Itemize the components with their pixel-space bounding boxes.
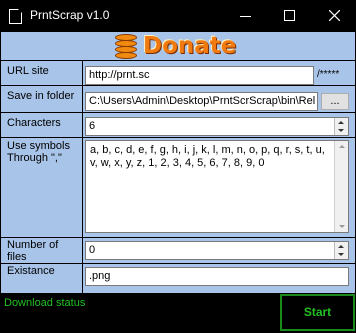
row-number-of-files: Number of files 0 xyxy=(1,237,355,264)
donate-button[interactable]: Donate xyxy=(113,33,245,60)
form-area: Donate URL site http://prnt.sc /***** Sa… xyxy=(1,32,355,332)
close-button[interactable] xyxy=(312,0,356,32)
number-of-files-label: Number of files xyxy=(7,239,59,263)
number-of-files-value: 0 xyxy=(89,244,96,256)
url-site-input[interactable]: http://prnt.sc xyxy=(85,66,314,85)
characters-value: 6 xyxy=(89,120,96,132)
existance-label: Existance xyxy=(7,265,55,277)
characters-spin-buttons[interactable] xyxy=(334,118,348,135)
window-title: PrntScrap v1.0 xyxy=(30,8,110,22)
row-characters: Characters 6 xyxy=(1,112,355,137)
app-window: PrntScrap v1.0 Donate URL site http://pr… xyxy=(0,0,356,333)
characters-stepper[interactable]: 6 xyxy=(85,117,349,136)
maximize-button[interactable] xyxy=(268,0,312,32)
spin-up-icon[interactable] xyxy=(338,121,344,124)
number-of-files-stepper[interactable]: 0 xyxy=(85,241,349,260)
save-folder-label: Save in folder xyxy=(7,90,75,102)
url-suffix: /***** xyxy=(317,69,340,80)
scroll-down-icon[interactable] xyxy=(339,225,345,228)
symbols-value: a, b, c, d, e, f, g, h, i, j, k, l, m, n… xyxy=(90,144,325,169)
save-folder-input[interactable]: C:\Users\Admin\Desktop\PrntScrScrap\bin\… xyxy=(85,92,318,111)
row-existance: Existance .png xyxy=(1,263,355,294)
donate-label: Donate xyxy=(143,33,237,59)
coins-icon xyxy=(115,34,139,60)
url-site-label: URL site xyxy=(7,65,49,77)
scroll-up-icon[interactable] xyxy=(339,145,345,148)
start-button[interactable]: Start xyxy=(280,294,355,331)
symbols-textarea[interactable]: a, b, c, d, e, f, g, h, i, j, k, l, m, n… xyxy=(85,140,349,233)
download-status-text: Download status xyxy=(4,297,86,309)
browse-button[interactable]: ... xyxy=(321,93,349,110)
status-bar: Download status Start xyxy=(1,293,355,332)
spin-down-icon[interactable] xyxy=(338,253,344,256)
row-symbols: Use symbols Through "," a, b, c, d, e, f… xyxy=(1,137,355,237)
app-icon xyxy=(9,9,22,24)
row-save-folder: Save in folder C:\Users\Admin\Desktop\Pr… xyxy=(1,85,355,112)
symbols-scrollbar[interactable] xyxy=(334,141,348,232)
existance-input[interactable]: .png xyxy=(85,267,349,286)
row-url-site: URL site http://prnt.sc /***** xyxy=(1,60,355,85)
characters-label: Characters xyxy=(7,117,61,129)
spin-down-icon[interactable] xyxy=(338,129,344,132)
number-of-files-spin-buttons[interactable] xyxy=(334,242,348,259)
spin-up-icon[interactable] xyxy=(338,245,344,248)
close-icon xyxy=(329,10,340,21)
minimize-button[interactable] xyxy=(224,0,268,32)
symbols-label: Use symbols Through "," xyxy=(7,140,70,164)
title-bar[interactable]: PrntScrap v1.0 xyxy=(0,0,356,32)
